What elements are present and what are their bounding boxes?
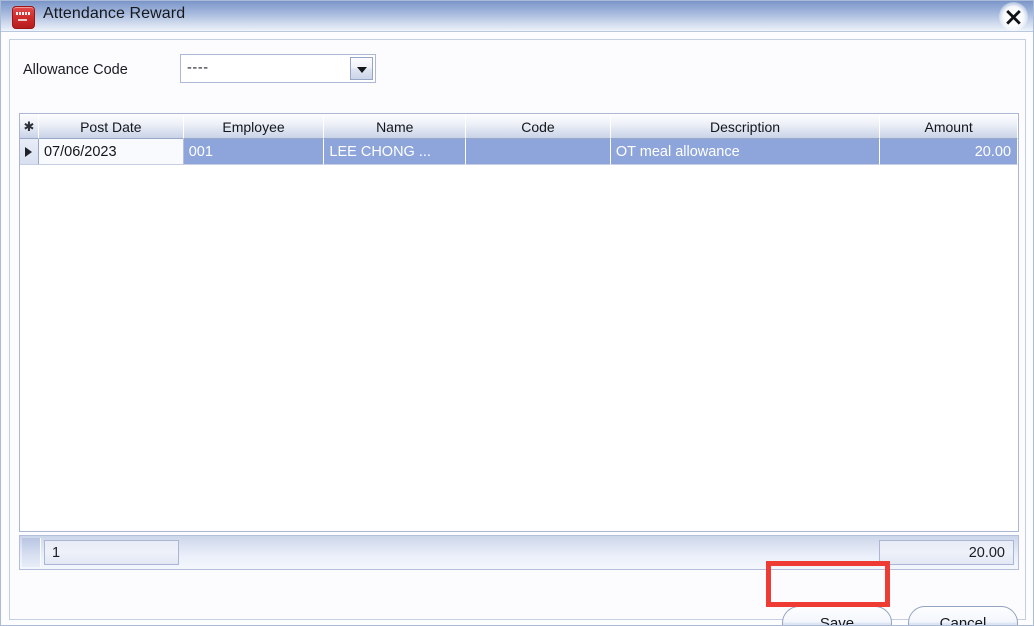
grid-header-row: ✱ Post Date Employee Name Code Description Am… <box>20 114 1018 139</box>
attendance-reward-grid[interactable]: ✱ Post Date Employee Name Code Description Am… <box>19 113 1019 532</box>
close-icon[interactable] <box>999 2 1028 31</box>
total-amount-value: 20.00 <box>879 540 1014 565</box>
chevron-down-icon[interactable] <box>350 57 373 80</box>
column-header-post_date[interactable]: Post Date <box>38 114 184 139</box>
dialog-body: Allowance Code ---- ✱ Post Date Employee N… <box>9 39 1026 625</box>
allowance-code-value: ---- <box>187 60 209 76</box>
title-bar: Attendance Reward <box>1 1 1033 32</box>
cancel-button[interactable]: Cancel <box>908 606 1018 625</box>
column-header-code[interactable]: Code <box>466 114 611 139</box>
window-title: Attendance Reward <box>43 5 186 22</box>
cell-code[interactable] <box>466 139 611 165</box>
column-header-description[interactable]: Description <box>610 114 881 139</box>
save-button[interactable]: Save <box>782 606 892 625</box>
cell-post_date[interactable]: 07/06/2023 <box>38 139 184 165</box>
allowance-code-combobox[interactable]: ---- <box>180 54 376 83</box>
column-header-name[interactable]: Name <box>324 114 467 139</box>
column-header-amount[interactable]: Amount <box>880 114 1018 139</box>
cell-employee[interactable]: 001 <box>183 139 325 165</box>
allowance-code-label: Allowance Code <box>23 62 128 78</box>
asterisk-icon: ✱ <box>20 114 39 139</box>
record-count-value: 1 <box>44 540 179 565</box>
attendance-reward-dialog: Attendance Reward Allowance Code ---- ✱ … <box>0 0 1034 626</box>
grid-summary-bar: 1 20.00 <box>19 535 1019 570</box>
app-logo-icon <box>12 6 35 29</box>
column-header-employee[interactable]: Employee <box>183 114 325 139</box>
cell-description[interactable]: OT meal allowance <box>610 139 881 165</box>
row-marker-icon <box>20 139 39 165</box>
summary-grip <box>22 538 41 567</box>
cell-amount[interactable]: 20.00 <box>880 139 1018 165</box>
cell-name[interactable]: LEE CHONG ... <box>324 139 467 165</box>
table-row[interactable]: 07/06/2023 001 LEE CHONG ... OT meal allowa… <box>20 139 1018 165</box>
